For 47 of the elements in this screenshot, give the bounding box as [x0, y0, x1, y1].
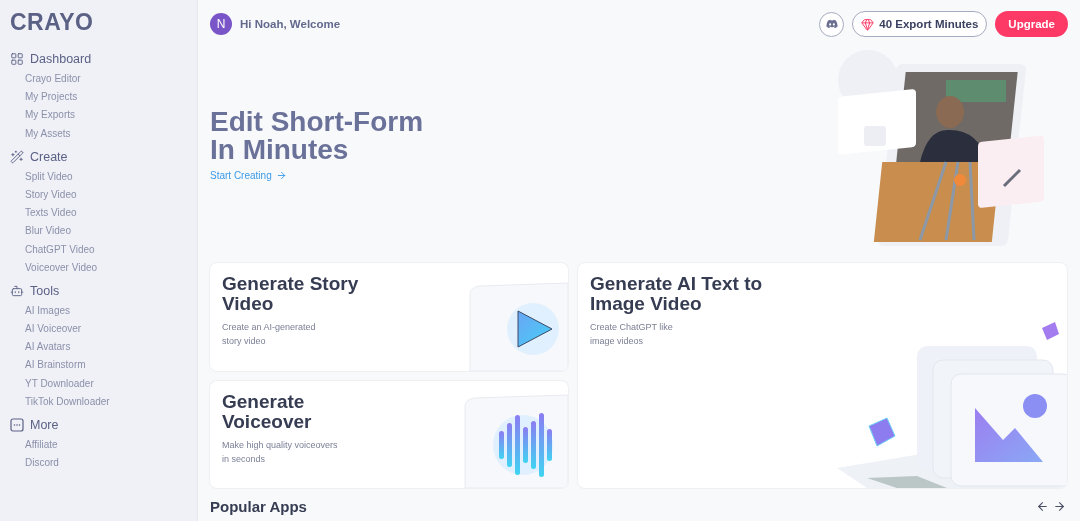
avatar: N: [210, 13, 232, 35]
section-title: Dashboard: [30, 52, 92, 66]
gem-icon: [861, 17, 875, 31]
sidebar-item[interactable]: YT Downloader: [25, 374, 197, 393]
sidebar-item[interactable]: Texts Video: [25, 204, 197, 223]
section-title: Popular Apps: [210, 498, 308, 515]
sidebar-item[interactable]: Story Video: [25, 185, 197, 205]
feature-card[interactable]: Generate AI Text to Image Video Create ChatGPT like image videos: [578, 263, 1067, 488]
sidebar-item[interactable]: AI Images: [25, 301, 197, 321]
arrow-right-icon: [275, 170, 287, 181]
card-title: Generate Story Video: [222, 274, 360, 314]
sidebar-item[interactable]: TikTok Downloader: [25, 392, 197, 411]
greeting: Hi Noah, Welcome: [240, 18, 342, 30]
feature-card[interactable]: Generate Voiceover Make high quality voiceovers in seconds: [210, 380, 568, 488]
section-title: More: [30, 418, 59, 432]
card-description: Create an AI-generated story video: [222, 321, 316, 348]
sidebar-item[interactable]: My Exports: [25, 106, 197, 125]
sidebar-item[interactable]: AI Brainstorm: [25, 356, 197, 375]
start-creating-link[interactable]: Start Creating: [210, 170, 287, 181]
discord-icon: [825, 18, 838, 30]
sidebar-item[interactable]: AI Avatars: [25, 338, 197, 357]
sidebar-item[interactable]: My Projects: [25, 88, 197, 107]
card-description: Create ChatGPT like image videos: [590, 321, 673, 348]
hero-title: Edit Short-Form In Minutes: [210, 108, 425, 164]
logo[interactable]: CRAYO: [10, 10, 94, 34]
upgrade-button[interactable]: Upgrade: [995, 11, 1068, 37]
sidebar-item[interactable]: Discord: [25, 454, 197, 473]
wand-icon: [10, 149, 24, 164]
sidebar-item[interactable]: Crayo Editor: [25, 70, 197, 89]
sidebar-item[interactable]: Voiceover Video: [25, 258, 197, 277]
card-description: Make high quality voiceovers in seconds: [222, 438, 338, 466]
sidebar-item[interactable]: ChatGPT Video: [25, 240, 197, 259]
card-title: Generate Voiceover: [222, 391, 313, 432]
sidebar-item[interactable]: Affiliate: [25, 436, 197, 455]
section-title: Tools: [30, 283, 60, 298]
robot-icon: [10, 283, 24, 298]
sidebar-item[interactable]: My Assets: [25, 124, 197, 143]
feature-card[interactable]: Generate Story Video Create an AI-generated story video: [210, 263, 568, 371]
more-icon: [10, 418, 24, 432]
sidebar-item[interactable]: AI Voiceover: [25, 320, 197, 339]
section-title: Create: [30, 149, 68, 164]
grid-icon: [10, 52, 24, 66]
sidebar-item[interactable]: Split Video: [25, 167, 197, 186]
card-title: Generate AI Text to Image Video: [590, 274, 764, 314]
sidebar-item[interactable]: Blur Video: [25, 222, 197, 241]
export-minutes-button[interactable]: 40 Export Minutes: [852, 11, 988, 37]
discord-button[interactable]: [819, 11, 845, 37]
